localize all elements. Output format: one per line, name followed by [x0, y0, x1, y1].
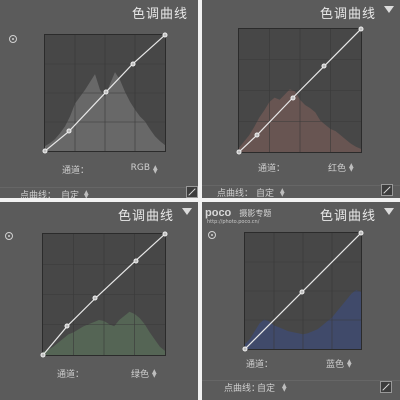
- tone-curve-panel-rgb: 色调曲线 通道： RGB ▲ ▼ 点曲线： 自定 ▲ ▼: [0, 0, 198, 198]
- point-curve-select[interactable]: 自定: [256, 186, 274, 198]
- curve-control-point[interactable]: [133, 258, 139, 264]
- point-curve-row: 点曲线： 自定 ▲ ▼: [0, 187, 198, 198]
- target-adjust-icon[interactable]: [9, 35, 17, 43]
- curve-control-point[interactable]: [321, 63, 327, 69]
- channel-stepper-icon[interactable]: ▲ ▼: [347, 359, 353, 369]
- curve-control-point[interactable]: [162, 231, 168, 237]
- curve-control-point[interactable]: [358, 26, 364, 32]
- curve-control-point[interactable]: [103, 89, 109, 95]
- target-adjust-icon[interactable]: [208, 231, 216, 239]
- point-curve-stepper-icon[interactable]: ▲ ▼: [280, 188, 286, 198]
- channel-select[interactable]: 绿色: [125, 367, 149, 380]
- channel-stepper-icon[interactable]: ▲ ▼: [349, 163, 355, 173]
- curve-control-point[interactable]: [254, 132, 260, 138]
- watermark-subtitle: 摄影专题: [239, 209, 272, 218]
- curve-control-point[interactable]: [130, 61, 136, 67]
- curve-edit-toggle-icon[interactable]: [380, 381, 392, 393]
- point-curve-stepper-icon[interactable]: ▲ ▼: [84, 190, 90, 199]
- channel-label: 通道：: [57, 370, 85, 380]
- poco-watermark: poco 摄影专题 http://photo.poco.cn/: [205, 203, 271, 225]
- panel-title: 色调曲线: [117, 209, 174, 224]
- channel-select[interactable]: RGB: [126, 163, 150, 173]
- point-curve-row: 点曲线： 自定 ▲ ▼: [202, 185, 400, 198]
- panel-title: 色调曲线: [319, 209, 376, 224]
- channel-stepper-icon[interactable]: ▲ ▼: [152, 369, 158, 379]
- target-adjust-icon[interactable]: [5, 232, 13, 240]
- curve-svg[interactable]: [43, 234, 165, 355]
- curve-control-point[interactable]: [42, 148, 48, 154]
- curve-control-point[interactable]: [40, 352, 46, 358]
- point-curve-row: 点曲线： 自定 ▲ ▼: [202, 380, 400, 395]
- channel-row: 通道： 红色 ▲ ▼: [202, 161, 400, 175]
- channel-select[interactable]: 红色: [322, 161, 346, 174]
- curve-control-point[interactable]: [358, 230, 364, 236]
- watermark-logo: poco: [205, 207, 232, 219]
- channel-row: 通道： 绿色 ▲ ▼: [0, 367, 198, 381]
- channel-label: 通道：: [62, 166, 90, 176]
- curve-control-point[interactable]: [299, 289, 305, 295]
- channel-row: 通道： 蓝色 ▲ ▼: [202, 357, 400, 371]
- curve-graph[interactable]: [42, 32, 168, 154]
- curve-control-point[interactable]: [92, 295, 98, 301]
- curve-control-point[interactable]: [236, 149, 242, 155]
- point-curve-label: 点曲线：: [224, 384, 261, 394]
- channel-label: 通道：: [258, 164, 286, 174]
- curve-control-point[interactable]: [66, 128, 72, 134]
- tone-curve-panel-red: 色调曲线 通道： 红色 ▲ ▼ 点曲线： 自定 ▲ ▼: [202, 0, 400, 198]
- collapse-arrow-icon[interactable]: [182, 208, 192, 215]
- point-curve-stepper-icon[interactable]: ▲ ▼: [282, 383, 288, 393]
- point-curve-select[interactable]: 自定: [61, 188, 79, 198]
- channel-select[interactable]: 蓝色: [320, 357, 344, 370]
- tone-curve-panel-green: 色调曲线 通道： 绿色 ▲ ▼: [0, 202, 198, 400]
- curve-control-point[interactable]: [290, 95, 296, 101]
- channel-row: 通道： RGB ▲ ▼: [0, 163, 198, 177]
- tone-curve-panel-blue: poco 摄影专题 http://photo.poco.cn/ 色调曲线 通道：…: [202, 202, 400, 400]
- curve-graph[interactable]: [236, 26, 364, 155]
- collapse-arrow-icon[interactable]: [384, 208, 394, 215]
- panel-title: 色调曲线: [131, 7, 188, 22]
- point-curve-select[interactable]: 自定: [257, 381, 275, 394]
- collapse-arrow-icon[interactable]: [384, 6, 394, 13]
- channel-label: 通道：: [246, 360, 274, 370]
- curve-control-point[interactable]: [64, 323, 70, 329]
- curve-edit-toggle-icon[interactable]: [186, 186, 198, 198]
- curve-graph[interactable]: [40, 231, 168, 358]
- curve-control-point[interactable]: [242, 346, 248, 352]
- curve-control-point[interactable]: [162, 32, 168, 38]
- panel-title: 色调曲线: [319, 7, 376, 22]
- channel-stepper-icon[interactable]: ▲ ▼: [153, 165, 159, 175]
- point-curve-label: 点曲线：: [217, 189, 254, 198]
- watermark-url: http://photo.poco.cn/: [207, 219, 260, 225]
- curve-edit-toggle-icon[interactable]: [381, 184, 393, 196]
- point-curve-label: 点曲线：: [20, 191, 57, 198]
- curve-graph[interactable]: [242, 230, 364, 352]
